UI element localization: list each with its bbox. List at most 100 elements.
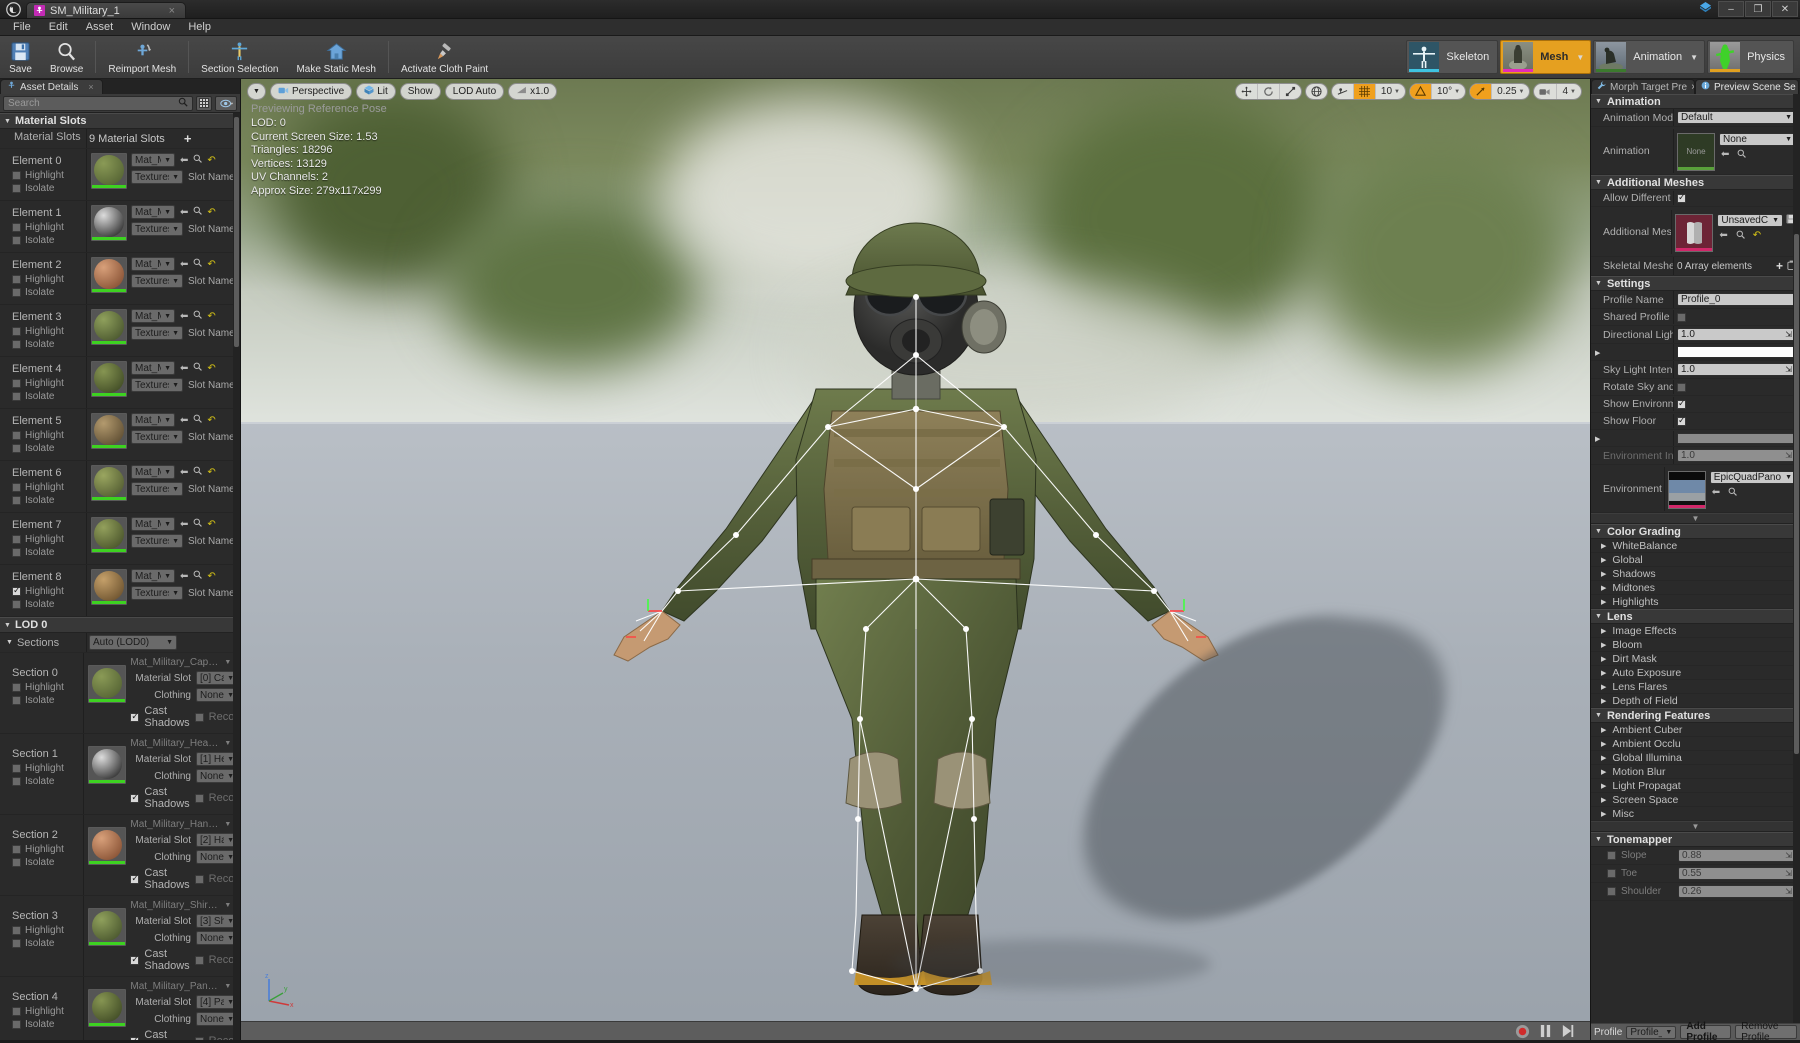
highlight-checkbox[interactable] (12, 1007, 21, 1016)
tonemapper-value-input[interactable]: 0.26 ⇲ (1678, 885, 1796, 898)
cast-shadows-checkbox[interactable] (130, 1035, 140, 1040)
section-header-settings[interactable]: ▼ Settings (1591, 276, 1800, 291)
highlight-checkbox[interactable] (12, 585, 21, 596)
settings-expander-button[interactable]: ▼ (1591, 513, 1800, 524)
rendering-feature-item-ambient-occlu[interactable]: ▶ Ambient Occlu (1591, 737, 1800, 751)
mode-button-physics[interactable]: Physics (1707, 40, 1794, 74)
isolate-checkbox[interactable] (12, 777, 21, 786)
color-grading-item-global[interactable]: ▶ Global (1591, 553, 1800, 567)
section-material-name-row[interactable]: Mat_Military_Head3_ ▼ (130, 738, 238, 749)
setting-asset-select[interactable]: EpicQuadPano ▼ (1709, 470, 1796, 484)
rendering-feature-item-light-propagat[interactable]: ▶ Light Propagat (1591, 779, 1800, 793)
material-slot-select[interactable]: [4] Pan▼ (196, 995, 238, 1009)
use-selected-asset-arrow-icon[interactable]: ⬅ (1712, 487, 1720, 499)
browse-to-asset-icon[interactable] (1736, 230, 1745, 242)
highlight-checkbox[interactable] (12, 483, 21, 492)
mesh-viewport[interactable]: ▼ Perspective Lit Show LOD Auto x1.0 10 … (241, 79, 1590, 1040)
lens-item-auto-exposure[interactable]: ▶ Auto Exposure (1591, 666, 1800, 680)
menu-item-asset[interactable]: Asset (77, 19, 123, 36)
reset-to-default-icon[interactable]: ↶ (207, 519, 215, 530)
surface-snap-icon[interactable] (1332, 84, 1354, 99)
tonemapper-override-checkbox[interactable] (1607, 869, 1616, 878)
reset-to-default-icon[interactable]: ↶ (207, 571, 215, 582)
browse-to-asset-icon[interactable] (1728, 487, 1738, 499)
material-slot-select[interactable]: [0] Cap▼ (196, 671, 238, 685)
camera-speed-icon[interactable] (1534, 84, 1558, 99)
rendering-feature-item-ambient-cuber[interactable]: ▶ Ambient Cuber (1591, 723, 1800, 737)
document-tab-sm-military-1[interactable]: SM_Military_1 × (26, 2, 186, 18)
highlight-checkbox[interactable] (12, 764, 21, 773)
isolate-checkbox[interactable] (12, 1020, 21, 1029)
add-array-element-icon[interactable]: + (1776, 259, 1783, 273)
lens-item-depth-of-field[interactable]: ▶ Depth of Field (1591, 694, 1800, 708)
isolate-checkbox[interactable] (12, 236, 21, 245)
textures-select[interactable]: Textures ▼ (131, 534, 183, 548)
setting-color-swatch[interactable] (1677, 432, 1796, 444)
material-thumbnail[interactable] (91, 309, 127, 345)
viewport-camera-perspective-button[interactable]: Perspective (269, 83, 353, 100)
highlight-row[interactable]: Highlight (12, 222, 86, 233)
clothing-select[interactable]: None ▼ (196, 688, 238, 702)
textures-select[interactable]: Textures ▼ (131, 378, 183, 392)
clothing-select[interactable]: None ▼ (196, 1012, 238, 1026)
rendering-feature-item-misc[interactable]: ▶ Misc (1591, 807, 1800, 821)
section-isolate-row[interactable]: Isolate (12, 695, 83, 706)
menu-item-edit[interactable]: Edit (40, 19, 77, 36)
add-material-slot-icon[interactable]: + (170, 131, 192, 146)
rendering-feature-item-screen-space[interactable]: ▶ Screen Space (1591, 793, 1800, 807)
cast-shadows-checkbox[interactable] (130, 792, 140, 803)
material-slot-select[interactable]: [2] Har▼ (196, 833, 238, 847)
highlight-checkbox[interactable] (12, 223, 21, 232)
spinner-icon[interactable]: ⇲ (1785, 365, 1792, 374)
setting-number-input[interactable]: 1.0 ⇲ (1677, 363, 1796, 376)
material-thumbnail[interactable] (91, 569, 127, 605)
reset-to-default-icon[interactable]: ↶ (207, 311, 215, 322)
cast-shadows-checkbox[interactable] (130, 954, 140, 965)
reset-to-default-icon[interactable]: ↶ (207, 259, 215, 270)
right-panel-scrollbar[interactable] (1793, 94, 1800, 1023)
scale-icon[interactable] (1280, 84, 1301, 99)
section-material-thumbnail[interactable] (88, 827, 127, 865)
material-select[interactable]: Mat_Mi▼ (131, 569, 175, 583)
section-material-thumbnail[interactable] (88, 665, 127, 703)
mode-button-skeleton[interactable]: Skeleton (1406, 40, 1499, 74)
isolate-checkbox[interactable] (12, 444, 21, 453)
browse-to-asset-icon[interactable] (193, 258, 203, 270)
clothing-select[interactable]: None ▼ (196, 931, 238, 945)
tab-preview-scene-settings[interactable]: Preview Scene Se × (1695, 79, 1799, 94)
highlight-checkbox[interactable] (12, 327, 21, 336)
camera-speed-value[interactable]: 4 ▼ (1557, 84, 1581, 99)
remove-profile-button[interactable]: Remove Profile (1735, 1021, 1797, 1043)
highlight-checkbox[interactable] (12, 171, 21, 180)
sections-collapse-triangle-icon[interactable]: ▼ (6, 639, 13, 646)
material-thumbnail[interactable] (91, 465, 127, 501)
reset-to-default-icon[interactable]: ↶ (207, 467, 215, 478)
use-selected-asset-arrow-icon[interactable]: ⬅ (180, 571, 188, 582)
browse-to-asset-icon[interactable] (193, 154, 203, 166)
browse-to-asset-icon[interactable] (193, 310, 203, 322)
isolate-checkbox[interactable] (12, 496, 21, 505)
use-selected-asset-arrow-icon[interactable]: ⬅ (180, 363, 188, 374)
reset-to-default-icon[interactable]: ↶ (1753, 230, 1761, 241)
recompute-tangent-checkbox[interactable] (194, 1036, 204, 1040)
cast-shadows-checkbox[interactable] (130, 711, 140, 722)
textures-select[interactable]: Textures ▼ (131, 430, 183, 444)
section-material-thumbnail[interactable] (88, 746, 127, 784)
material-select[interactable]: Mat_Mi▼ (131, 413, 175, 427)
step-forward-icon[interactable] (1561, 1024, 1574, 1038)
section-header-tonemapper[interactable]: ▼ Tonemapper (1591, 832, 1800, 847)
section-header-lod-0[interactable]: ▼ LOD 0 (0, 617, 240, 633)
isolate-checkbox[interactable] (12, 939, 21, 948)
use-selected-asset-arrow-icon[interactable]: ⬅ (180, 519, 188, 530)
isolate-checkbox[interactable] (12, 288, 21, 297)
angle-snap-value[interactable]: 10° ▼ (1432, 84, 1465, 99)
angle-icon[interactable] (1409, 84, 1432, 99)
isolate-row[interactable]: Isolate (12, 547, 86, 558)
section-highlight-row[interactable]: Highlight (12, 763, 83, 774)
recompute-tangent-checkbox[interactable] (194, 793, 204, 803)
record-icon[interactable] (1515, 1024, 1530, 1039)
asset-details-scroll-area[interactable]: ▼ Material Slots Material Slots 9 Materi… (0, 113, 240, 1040)
additional-meshes-asset-thumbnail[interactable] (1675, 213, 1714, 252)
details-visibility-button[interactable] (215, 95, 237, 111)
toolbar-section-selection-button[interactable]: Section Selection (192, 36, 287, 79)
